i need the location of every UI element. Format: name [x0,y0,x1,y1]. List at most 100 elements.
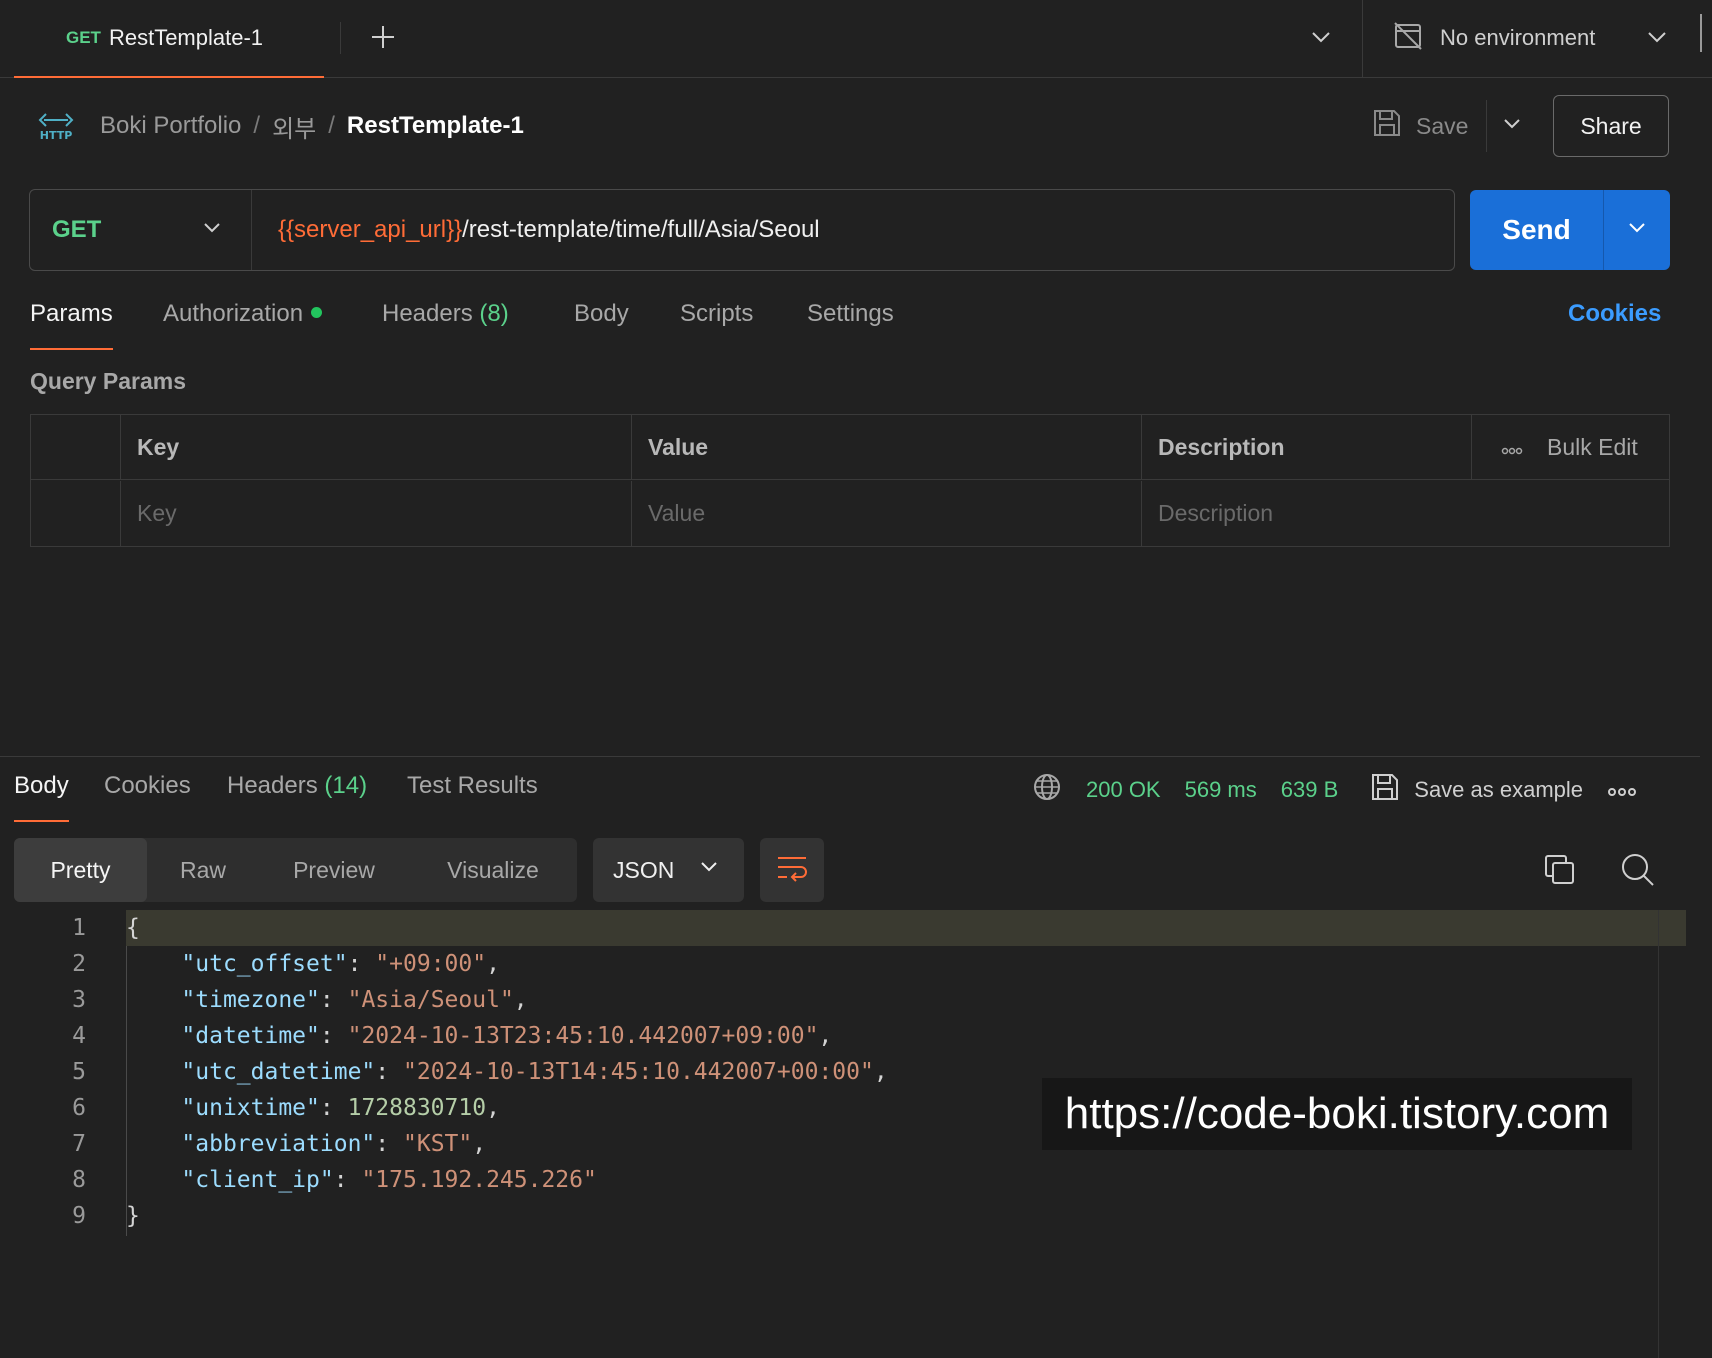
json-value: 1728830710 [347,1095,487,1121]
line-number: 4 [72,1023,86,1049]
save-as-example-button[interactable]: Save as example [1370,772,1583,808]
status-badge[interactable]: 200 OK [1086,777,1161,803]
response-divider[interactable] [0,756,1700,757]
code-line: "abbreviation": "KST", [181,1131,487,1157]
view-pretty-button[interactable]: Pretty [14,838,147,902]
wrap-lines-icon [775,853,809,888]
tab-title: RestTemplate-1 [108,25,264,50]
copy-icon[interactable] [1540,850,1580,890]
query-params-table: Key Value Description Bulk Edit Key Valu… [30,414,1670,547]
ellipsis-icon[interactable] [1501,434,1523,461]
tab-response-headers[interactable]: Headers (14) [227,772,367,822]
plus-icon[interactable] [368,20,398,54]
environment-label: No environment [1440,25,1596,50]
method-label: GET [52,216,102,243]
query-params-title: Query Params [30,368,186,394]
url-path: /rest-template/time/full/Asia/Seoul [462,216,820,243]
tab-label: Scripts [680,300,754,327]
cookies-link[interactable]: Cookies [1568,300,1661,328]
url-variable: {{server_api_url}} [278,216,463,243]
code-line: "utc_datetime": "2024-10-13T14:45:10.442… [181,1059,888,1085]
json-value: 175.192.245.226 [375,1167,584,1193]
tab-label: Params [30,300,113,327]
ellipsis-icon[interactable] [1607,777,1637,803]
json-key: utc_datetime [195,1059,362,1085]
send-options-button[interactable] [1604,190,1670,270]
view-raw-button[interactable]: Raw [147,838,259,902]
json-key: client_ip [195,1167,320,1193]
code-line: { [126,910,140,946]
code-line: "client_ip": "175.192.245.226" [181,1167,597,1193]
auth-status-dot [311,307,323,318]
response-size[interactable]: 639 B [1281,777,1339,803]
breadcrumb-folder[interactable]: 외부 [272,109,316,144]
headers-count: (14) [324,772,368,799]
bulk-edit-label: Bulk Edit [1547,434,1638,460]
bulk-edit-button[interactable]: Bulk Edit [1501,415,1638,480]
tab-label: Authorization [163,300,304,327]
tab-scripts[interactable]: Scripts [680,300,753,350]
environment-selector[interactable]: No environment [1392,18,1682,58]
current-line-highlight [126,910,1686,946]
json-value: 2024-10-13T23:45:10.442007+09:00 [361,1023,805,1049]
column-header-value: Value [632,415,1142,480]
tab-label: Body [574,300,629,327]
code-line: "unixtime": 1728830710, [181,1095,500,1121]
param-key-input[interactable]: Key [121,481,632,546]
code-line: "datetime": "2024-10-13T23:45:10.442007+… [181,1023,833,1049]
url-input[interactable]: {{server_api_url}}/rest-template/time/fu… [252,216,820,244]
tab-body[interactable]: Body [574,300,629,350]
window-edge-divider [1700,14,1702,52]
send-button[interactable]: Send [1470,190,1604,270]
breadcrumb-collection[interactable]: Boki Portfolio [100,112,241,140]
save-icon [1372,108,1402,144]
json-key: utc_offset [195,951,334,977]
no-environment-icon [1392,20,1424,57]
line-number: 2 [72,951,86,977]
view-mode-group: Pretty Raw Preview Visualize [14,838,577,902]
method-select[interactable]: GET [30,190,252,270]
response-meta: 200 OK 569 ms 639 B Save as example [1032,770,1637,810]
tab-test-results[interactable]: Test Results [407,772,538,822]
scrollbar[interactable] [1658,910,1659,1358]
chevron-down-icon [698,856,720,884]
tab-response-body[interactable]: Body [14,772,69,822]
send-button-group: Send [1470,190,1670,270]
tab-settings[interactable]: Settings [807,300,894,350]
view-visualize-button[interactable]: Visualize [409,838,577,902]
line-number: 1 [72,915,86,941]
tab-headers[interactable]: Headers (8) [382,300,509,350]
chevron-down-icon [201,217,223,244]
param-value-input[interactable]: Value [632,481,1142,546]
chevron-down-icon[interactable] [1644,24,1670,50]
column-header-key: Key [121,415,632,480]
tab-resttemplate-1[interactable]: GET RestTemplate-1 [14,0,324,78]
tab-label: Cookies [104,772,191,799]
format-select[interactable]: JSON [593,838,744,902]
line-number: 8 [72,1167,86,1193]
line-number: 5 [72,1059,86,1085]
code-line: "utc_offset": "+09:00", [181,951,500,977]
tab-authorization[interactable]: Authorization [163,300,323,350]
json-key: datetime [195,1023,307,1049]
globe-icon[interactable] [1032,772,1062,808]
chevron-down-icon[interactable] [1308,24,1334,50]
tab-params[interactable]: Params [30,300,113,350]
column-header-description: Description [1142,415,1472,480]
json-value: KST [416,1131,459,1157]
save-options-button[interactable] [1486,100,1536,152]
param-description-input[interactable]: Description [1142,481,1669,546]
tab-response-cookies[interactable]: Cookies [104,772,191,822]
share-button[interactable]: Share [1553,95,1669,157]
response-time[interactable]: 569 ms [1185,777,1257,803]
save-button[interactable]: Save [1372,104,1468,148]
tab-label: Headers [227,772,318,799]
breadcrumb-request-name[interactable]: RestTemplate-1 [347,112,524,140]
search-icon[interactable] [1618,850,1658,890]
request-tab-strip: GET RestTemplate-1 No environment [0,0,1712,78]
breadcrumb-separator: / [328,112,335,139]
view-preview-button[interactable]: Preview [259,838,409,902]
wrap-lines-button[interactable] [760,838,824,902]
json-brace: { [126,915,140,941]
save-icon [1370,772,1400,808]
